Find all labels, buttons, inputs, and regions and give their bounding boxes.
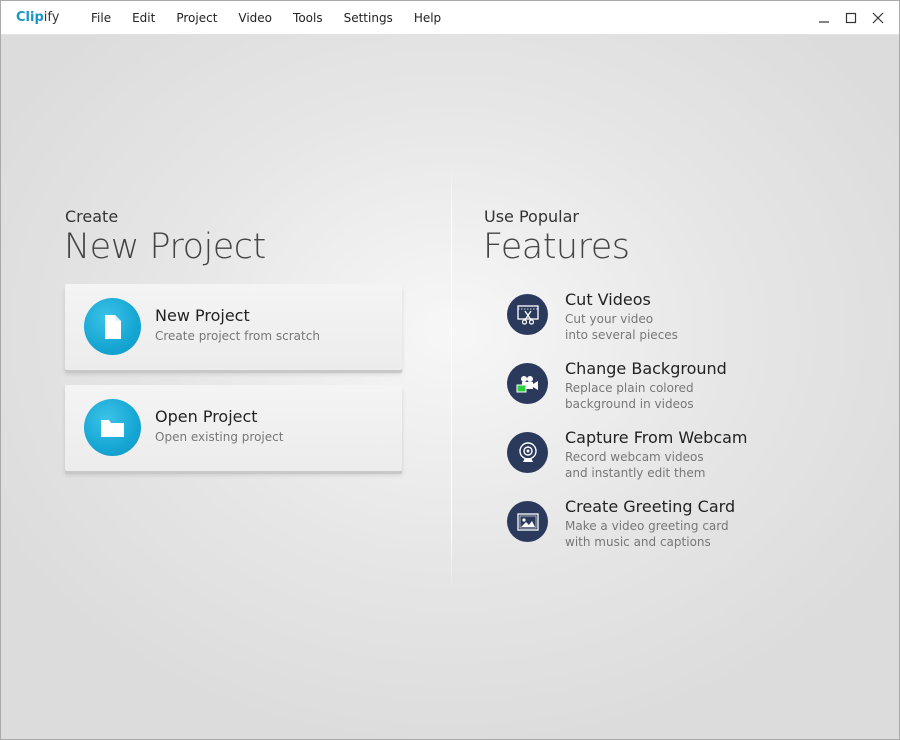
logo-text-clip: Clip <box>16 10 44 25</box>
section-divider <box>451 164 452 590</box>
feature-cut-videos-desc-line1: Cut your video <box>565 312 654 326</box>
feature-change-background[interactable]: Change Background Replace plain colored … <box>507 359 827 423</box>
feature-greeting-card-title: Create Greeting Card <box>565 497 736 516</box>
open-project-subtitle: Open existing project <box>155 430 284 444</box>
new-project-icon-circle <box>84 298 141 355</box>
app-window: Clipify File Edit Project Video Tools Se… <box>0 0 900 740</box>
feature-cut-videos-desc-line2: into several pieces <box>565 328 678 342</box>
feature-capture-webcam-desc-line1: Record webcam videos <box>565 450 704 464</box>
menu-edit[interactable]: Edit <box>132 11 155 25</box>
open-project-icon-circle <box>84 399 141 456</box>
features-heading: Features <box>483 227 630 267</box>
feature-cut-videos-icon-circle <box>507 294 548 335</box>
feature-capture-webcam-desc: Record webcam videos and instantly edit … <box>565 449 785 481</box>
feature-capture-webcam-desc-line2: and instantly edit them <box>565 466 706 480</box>
menu-help[interactable]: Help <box>414 11 441 25</box>
logo-text-ify: ify <box>43 10 60 25</box>
feature-change-background-icon-circle <box>507 363 548 404</box>
title-bar: Clipify File Edit Project Video Tools Se… <box>1 1 899 35</box>
minimize-button[interactable] <box>810 4 837 32</box>
feature-cut-videos[interactable]: Cut Videos Cut your video into several p… <box>507 290 827 354</box>
open-project-card[interactable]: Open Project Open existing project <box>65 385 402 471</box>
menu-file[interactable]: File <box>91 11 111 25</box>
menu-tools[interactable]: Tools <box>293 11 323 25</box>
feature-change-background-desc-line2: background in videos <box>565 397 694 411</box>
window-controls <box>810 1 891 35</box>
close-icon <box>872 12 883 24</box>
menu-project[interactable]: Project <box>176 11 217 25</box>
feature-greeting-card-icon-circle <box>507 501 548 542</box>
feature-greeting-card-desc-line1: Make a video greeting card <box>565 519 729 533</box>
feature-cut-videos-title: Cut Videos <box>565 290 651 309</box>
maximize-icon <box>845 12 856 24</box>
create-label: Create <box>65 207 119 226</box>
document-icon <box>104 314 121 339</box>
maximize-button[interactable] <box>837 4 864 32</box>
scissors-film-icon <box>516 304 539 325</box>
close-button[interactable] <box>864 4 891 32</box>
webcam-icon <box>518 441 537 462</box>
feature-capture-webcam[interactable]: Capture From Webcam Record webcam videos… <box>507 428 827 492</box>
menu-video[interactable]: Video <box>238 11 272 25</box>
feature-greeting-card-desc: Make a video greeting card with music an… <box>565 518 785 550</box>
feature-change-background-desc: Replace plain colored background in vide… <box>565 380 785 412</box>
minimize-icon <box>818 21 829 23</box>
feature-cut-videos-desc: Cut your video into several pieces <box>565 311 785 343</box>
use-popular-label: Use Popular <box>484 207 579 226</box>
menu-settings[interactable]: Settings <box>344 11 393 25</box>
feature-capture-webcam-title: Capture From Webcam <box>565 428 748 447</box>
folder-icon <box>100 419 124 437</box>
open-project-title: Open Project <box>155 407 258 426</box>
new-project-subtitle: Create project from scratch <box>155 329 320 343</box>
new-project-card[interactable]: New Project Create project from scratch <box>65 284 402 370</box>
feature-change-background-title: Change Background <box>565 359 727 378</box>
app-logo: Clipify <box>16 10 91 25</box>
feature-change-background-desc-line1: Replace plain colored <box>565 381 694 395</box>
new-project-heading: New Project <box>64 227 266 267</box>
chroma-camera-icon <box>516 375 538 392</box>
feature-greeting-card[interactable]: Create Greeting Card Make a video greeti… <box>507 497 827 561</box>
picture-icon <box>516 512 539 531</box>
feature-greeting-card-desc-line2: with music and captions <box>565 535 711 549</box>
feature-capture-webcam-icon-circle <box>507 432 548 473</box>
menu-bar: File Edit Project Video Tools Settings H… <box>91 11 462 25</box>
new-project-title: New Project <box>155 306 250 325</box>
